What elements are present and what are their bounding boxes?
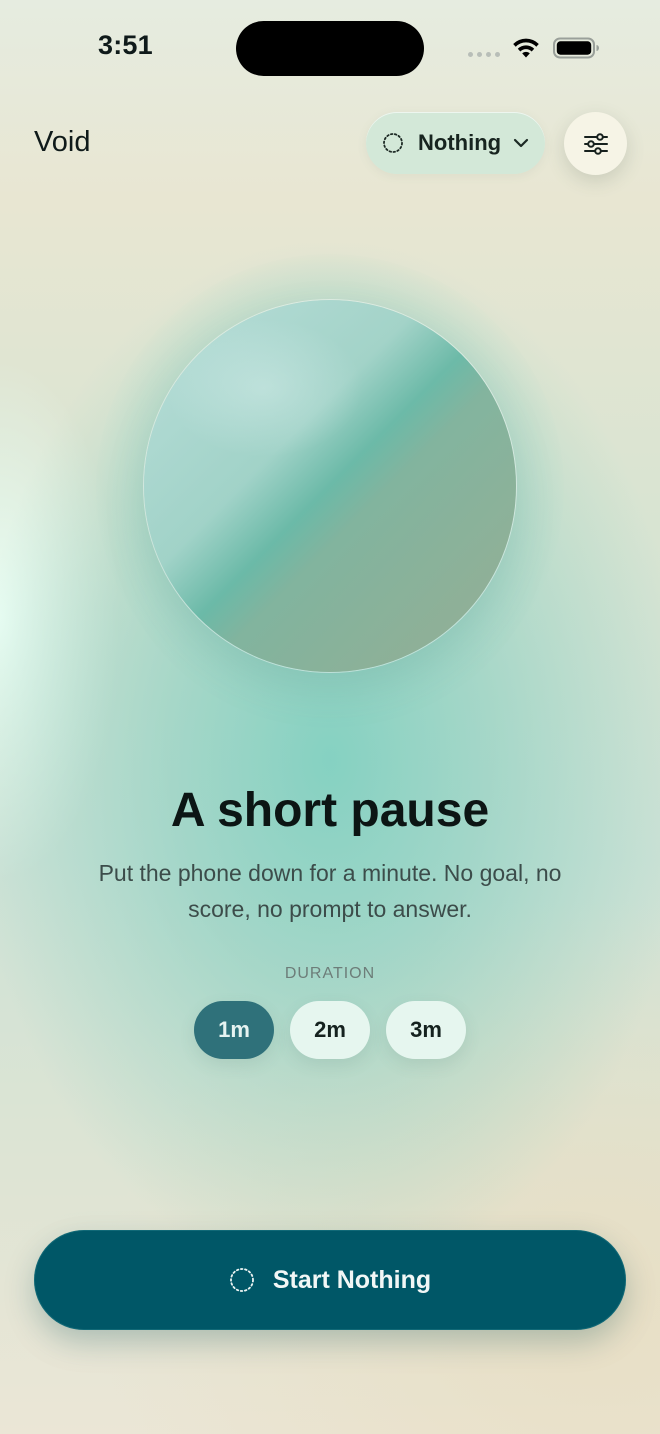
duration-selector: 1m 2m 3m <box>194 1001 466 1059</box>
settings-button[interactable] <box>564 112 627 175</box>
duration-option-3m[interactable]: 3m <box>386 1001 466 1059</box>
sliders-icon <box>583 132 608 155</box>
duration-option-2m[interactable]: 2m <box>290 1001 370 1059</box>
breathing-orb <box>144 300 516 672</box>
page-description: Put the phone down for a minute. No goal… <box>98 860 562 922</box>
duration-label: DURATION <box>284 965 376 982</box>
dynamic-island <box>236 21 424 76</box>
start-button[interactable]: Start Nothing <box>34 1230 626 1330</box>
wifi-icon <box>513 38 539 58</box>
mode-selector[interactable]: Nothing <box>366 112 545 174</box>
dotted-circle-icon <box>383 133 403 153</box>
mode-selector-label: Nothing <box>418 130 502 155</box>
page-title: A short pause <box>170 784 490 837</box>
app-title: Void <box>34 126 91 158</box>
cellular-signal-icon <box>468 52 500 57</box>
duration-option-1m[interactable]: 1m <box>194 1001 274 1059</box>
start-button-label: Start Nothing <box>272 1265 432 1294</box>
dotted-circle-icon <box>229 1268 254 1292</box>
status-time: 3:51 <box>98 30 153 60</box>
battery-icon <box>553 37 599 59</box>
chevron-down-icon <box>513 138 529 148</box>
